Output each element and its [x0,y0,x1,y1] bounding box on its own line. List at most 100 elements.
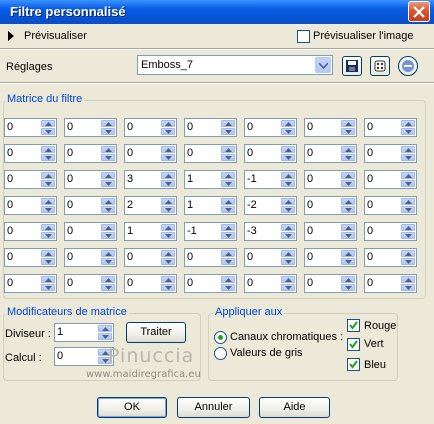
spin-buttons[interactable] [41,120,55,135]
reset-button[interactable] [398,56,418,76]
matrix-cell-6-3[interactable]: 0 [184,274,237,293]
matrix-cell-2-3[interactable]: 1 [184,170,237,189]
matrix-cell-6-2[interactable]: 0 [124,274,177,293]
spin-down-icon[interactable] [161,180,175,187]
spin-up-icon[interactable] [41,146,55,153]
spin-up-icon[interactable] [101,198,115,205]
matrix-cell-1-5[interactable]: 0 [304,144,357,163]
spin-up-icon[interactable] [221,172,235,179]
spin-down-icon[interactable] [101,154,115,161]
spin-buttons[interactable] [221,120,235,135]
matrix-cell-1-0[interactable]: 0 [4,144,57,163]
matrix-cell-2-0[interactable]: 0 [4,170,57,189]
spin-up-icon[interactable] [281,250,295,257]
matrix-cell-6-5[interactable]: 0 [304,274,357,293]
spin-down-icon[interactable] [98,333,112,340]
spin-buttons[interactable] [281,146,295,161]
spin-buttons[interactable] [281,198,295,213]
matrix-cell-0-6[interactable]: 0 [364,118,417,137]
matrix-cell-6-1[interactable]: 0 [64,274,117,293]
spin-buttons[interactable] [161,120,175,135]
spin-up-icon[interactable] [281,146,295,153]
matrix-cell-5-3[interactable]: 0 [184,248,237,267]
ok-button[interactable]: OK [97,397,167,418]
matrix-cell-0-4[interactable]: 0 [244,118,297,137]
spin-buttons[interactable] [341,172,355,187]
spin-down-icon[interactable] [41,154,55,161]
spin-down-icon[interactable] [341,284,355,291]
spin-up-icon[interactable] [161,120,175,127]
save-preset-button[interactable] [342,56,362,76]
divisor-spinbox[interactable]: 1 [54,323,114,342]
spin-down-icon[interactable] [401,284,415,291]
preview-image-checkbox[interactable] [297,30,310,43]
spin-up-icon[interactable] [41,276,55,283]
spin-buttons[interactable] [341,250,355,265]
spin-up-icon[interactable] [401,172,415,179]
title-bar[interactable]: Filtre personnalisé [0,0,434,24]
spin-down-icon[interactable] [281,258,295,265]
spin-up-icon[interactable] [221,120,235,127]
spin-down-icon[interactable] [221,180,235,187]
spin-buttons[interactable] [221,172,235,187]
spin-buttons[interactable] [341,120,355,135]
chevron-down-icon[interactable] [315,57,331,73]
spin-buttons[interactable] [41,224,55,239]
spin-down-icon[interactable] [221,258,235,265]
spin-buttons[interactable] [98,325,112,340]
spin-down-icon[interactable] [41,180,55,187]
spin-down-icon[interactable] [221,206,235,213]
spin-buttons[interactable] [401,250,415,265]
matrix-cell-4-2[interactable]: 1 [124,222,177,241]
spin-buttons[interactable] [101,172,115,187]
spin-up-icon[interactable] [161,198,175,205]
spin-up-icon[interactable] [281,120,295,127]
spin-down-icon[interactable] [341,206,355,213]
spin-buttons[interactable] [341,146,355,161]
matrix-cell-5-4[interactable]: 0 [244,248,297,267]
matrix-cell-1-4[interactable]: 0 [244,144,297,163]
red-checkbox[interactable] [347,319,360,332]
spin-buttons[interactable] [161,250,175,265]
spin-buttons[interactable] [221,224,235,239]
green-checkbox[interactable] [347,338,360,351]
spin-up-icon[interactable] [341,276,355,283]
spin-down-icon[interactable] [161,154,175,161]
spin-down-icon[interactable] [41,258,55,265]
spin-down-icon[interactable] [41,128,55,135]
spin-down-icon[interactable] [401,258,415,265]
spin-buttons[interactable] [401,120,415,135]
spin-up-icon[interactable] [101,146,115,153]
spin-down-icon[interactable] [281,206,295,213]
spin-down-icon[interactable] [101,180,115,187]
matrix-cell-3-2[interactable]: 2 [124,196,177,215]
matrix-cell-4-1[interactable]: 0 [64,222,117,241]
matrix-cell-5-6[interactable]: 0 [364,248,417,267]
expand-arrow-icon[interactable] [6,31,16,41]
matrix-cell-4-4[interactable]: -3 [244,222,297,241]
spin-down-icon[interactable] [281,284,295,291]
spin-buttons[interactable] [161,198,175,213]
spin-up-icon[interactable] [401,224,415,231]
spin-down-icon[interactable] [161,206,175,213]
cancel-button[interactable]: Annuler [177,397,250,418]
spin-down-icon[interactable] [401,154,415,161]
matrix-cell-1-2[interactable]: 0 [124,144,177,163]
spin-down-icon[interactable] [401,180,415,187]
matrix-cell-1-6[interactable]: 0 [364,144,417,163]
spin-up-icon[interactable] [401,198,415,205]
spin-up-icon[interactable] [41,120,55,127]
matrix-cell-2-1[interactable]: 0 [64,170,117,189]
matrix-cell-6-4[interactable]: 0 [244,274,297,293]
matrix-cell-5-5[interactable]: 0 [304,248,357,267]
spin-down-icon[interactable] [41,206,55,213]
spin-down-icon[interactable] [101,128,115,135]
spin-buttons[interactable] [281,120,295,135]
spin-up-icon[interactable] [281,276,295,283]
spin-down-icon[interactable] [101,206,115,213]
spin-buttons[interactable] [101,120,115,135]
randomize-button[interactable] [370,56,390,76]
matrix-cell-3-4[interactable]: -2 [244,196,297,215]
spin-buttons[interactable] [401,172,415,187]
spin-buttons[interactable] [341,276,355,291]
